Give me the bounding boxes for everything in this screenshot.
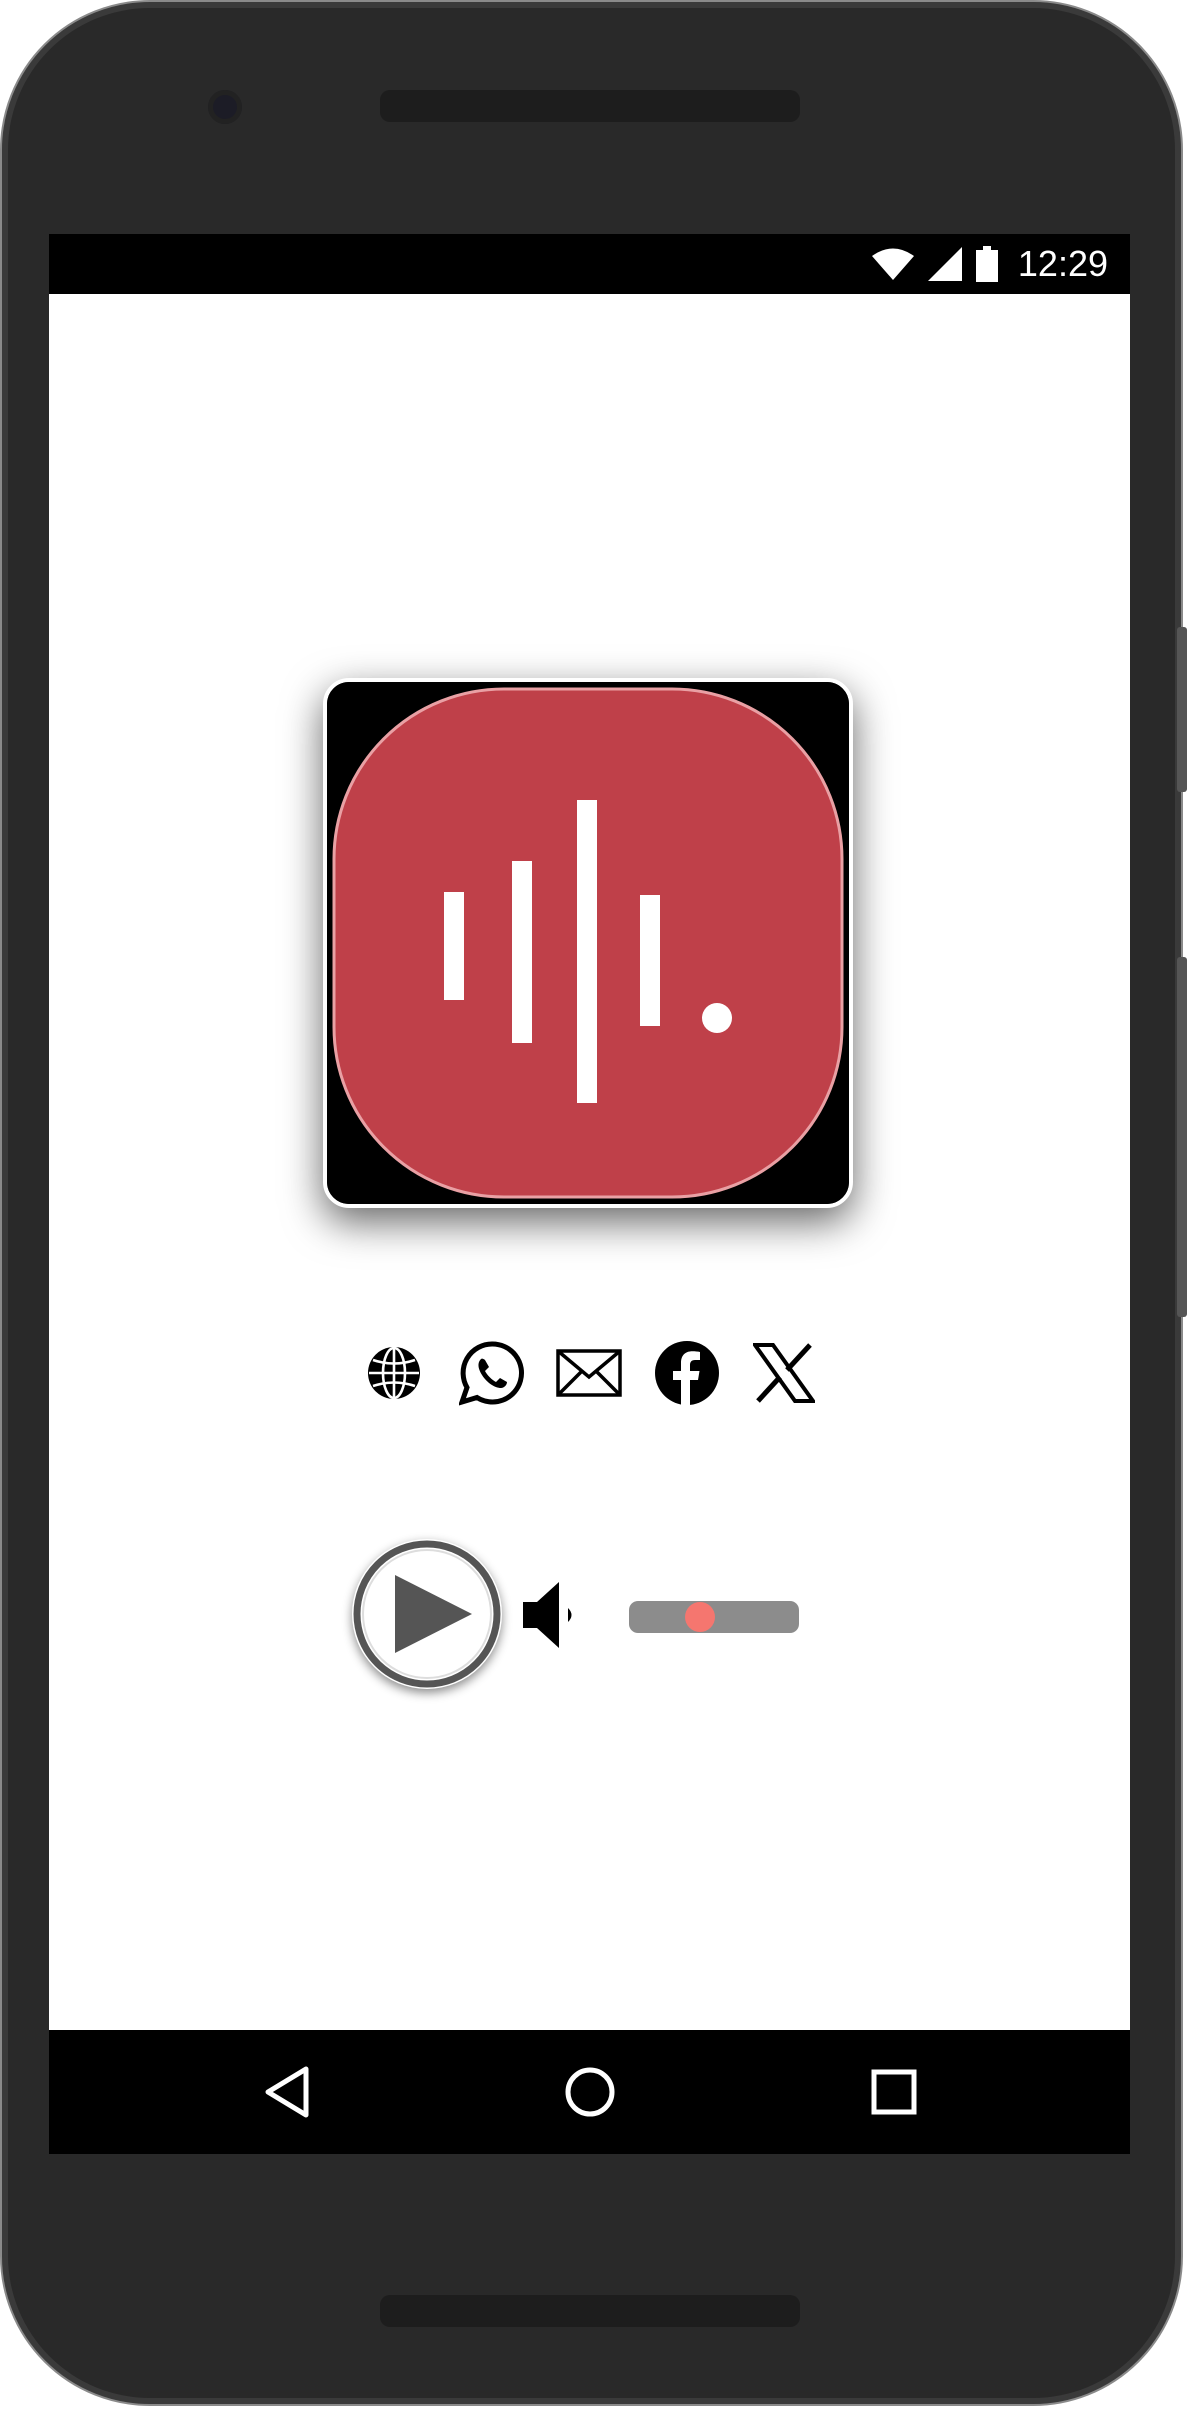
play-icon <box>353 1540 501 1688</box>
play-button[interactable] <box>352 1539 502 1689</box>
wifi-icon <box>871 247 914 281</box>
power-button <box>1177 627 1187 792</box>
speaker-icon[interactable] <box>523 1582 583 1648</box>
app-screen: 12:29 <box>49 234 1130 2154</box>
device-frame-stage: 12:29 <box>0 0 1187 2410</box>
status-bar: 12:29 <box>49 234 1130 294</box>
recents-icon[interactable] <box>866 2064 922 2120</box>
email-icon[interactable] <box>554 1338 624 1408</box>
radio-waveform-logo-icon <box>327 682 849 1204</box>
website-globe-icon[interactable] <box>359 1338 429 1408</box>
battery-icon <box>975 246 998 282</box>
home-icon[interactable] <box>562 2064 618 2120</box>
back-icon[interactable] <box>260 2064 316 2120</box>
station-logo <box>323 678 853 1208</box>
volume-slider[interactable] <box>629 1601 799 1633</box>
volume-rocker <box>1177 957 1187 1317</box>
earpiece-speaker <box>380 90 800 122</box>
status-clock: 12:29 <box>1017 243 1108 284</box>
front-camera <box>208 90 242 124</box>
signal-icon <box>927 247 962 281</box>
facebook-icon[interactable] <box>652 1338 722 1408</box>
social-links-row <box>359 1338 819 1408</box>
status-icons: 12:29 <box>871 234 1108 294</box>
phone-frame: 12:29 <box>0 0 1187 2406</box>
navigation-bar <box>49 2030 1130 2154</box>
whatsapp-icon[interactable] <box>457 1338 527 1408</box>
bottom-speaker <box>380 2295 800 2327</box>
x-twitter-icon[interactable] <box>749 1338 819 1408</box>
